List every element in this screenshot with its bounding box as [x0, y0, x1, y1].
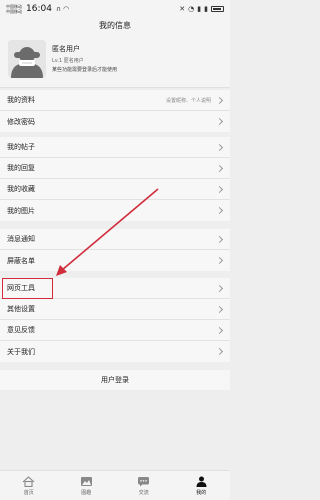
- chevron-right-icon: [215, 284, 224, 292]
- menu-item-web-tools[interactable]: 网页工具: [0, 278, 230, 299]
- chevron-right-icon: [215, 143, 224, 151]
- person-icon: [196, 476, 207, 487]
- carrier-2: 中国移动: [6, 8, 22, 14]
- menu-label: 其他设置: [7, 305, 35, 313]
- menu-label: 消息通知: [7, 235, 35, 243]
- status-time: 16:04: [26, 3, 52, 14]
- profile-level: Lv.1 匿名用户: [52, 58, 84, 64]
- menu-item-block-list[interactable]: 屏蔽名单: [0, 250, 230, 271]
- mute-icon: ✕: [179, 4, 186, 13]
- signal-icon: ▮: [197, 4, 202, 13]
- menu-item-change-password[interactable]: 修改密码: [0, 111, 230, 132]
- status-icons-left: ∩ ◠: [56, 5, 69, 13]
- wifi-icon: ◠: [63, 4, 70, 13]
- menu-group-notifications: 消息通知 屏蔽名单: [0, 229, 230, 271]
- menu-label: 我的图片: [7, 206, 35, 215]
- menu-group-tools: 网页工具 其他设置 意见反馈 关于我们: [0, 278, 230, 362]
- chevron-right-icon: [215, 347, 224, 356]
- menu-label: 网页工具: [7, 284, 35, 292]
- battery-icon: [211, 5, 224, 12]
- menu-item-other-settings[interactable]: 其他设置: [0, 299, 230, 320]
- chevron-right-icon: [215, 206, 224, 215]
- menu-label: 意见反馈: [7, 326, 35, 334]
- menu-item-feedback[interactable]: 意见反馈: [0, 320, 230, 341]
- menu-item-my-images[interactable]: 我的图片: [0, 200, 230, 221]
- nav-label: 首页: [23, 489, 34, 496]
- menu-label: 我的收藏: [7, 185, 35, 193]
- image-icon: [80, 476, 92, 486]
- menu-item-my-posts[interactable]: 我的帖子: [0, 137, 230, 158]
- menu-label: 我的帖子: [7, 143, 35, 151]
- menu-label: 关于我们: [7, 347, 35, 356]
- headphone-icon: ∩: [55, 4, 62, 13]
- nav-label: 交流: [138, 489, 149, 496]
- chevron-right-icon: [215, 117, 224, 126]
- nav-item-images[interactable]: 图趣: [58, 471, 116, 500]
- menu-item-about-us[interactable]: 关于我们: [0, 341, 230, 362]
- chevron-right-icon: [215, 326, 224, 334]
- avatar[interactable]: [8, 40, 46, 78]
- menu-group-content: 我的帖子 我的回复 我的收藏 我的图片: [0, 137, 230, 221]
- chevron-right-icon: [215, 256, 224, 265]
- menu-label: 我的回复: [7, 164, 35, 172]
- chevron-right-icon: [215, 164, 224, 172]
- status-bar: 中国移动 中国移动 16:04 ∩ ◠ ✕ ◔ ▮ ▮: [0, 0, 230, 17]
- nav-item-mine[interactable]: 我的: [173, 471, 231, 500]
- menu-hint: 设置昵称、个人说明: [165, 97, 211, 104]
- status-icons-right: ✕ ◔ ▮ ▮: [179, 5, 224, 13]
- menu-item-my-favorites[interactable]: 我的收藏: [0, 179, 230, 200]
- menu-item-my-replies[interactable]: 我的回复: [0, 158, 230, 179]
- profile-name: 匿名用户: [52, 45, 80, 53]
- home-icon: [22, 475, 35, 487]
- carrier-info: 中国移动 中国移动: [6, 4, 22, 14]
- login-button[interactable]: 用户登录: [0, 370, 230, 390]
- nav-item-chat[interactable]: 交流: [115, 471, 173, 500]
- chevron-right-icon: [215, 185, 224, 193]
- bottom-nav: 首页 图趣 交流 我的: [0, 470, 230, 500]
- nav-item-home[interactable]: 首页: [0, 471, 58, 500]
- menu-group-account: 我的资料 设置昵称、个人说明 修改密码: [0, 90, 230, 132]
- menu-item-notifications[interactable]: 消息通知: [0, 229, 230, 250]
- nav-label: 我的: [196, 489, 207, 496]
- chat-icon: [138, 476, 150, 486]
- menu-label: 屏蔽名单: [7, 256, 35, 265]
- profile-card[interactable]: 匿名用户 Lv.1 匿名用户 某些功能需要登录后才能使用: [0, 35, 230, 88]
- alarm-icon: ◔: [188, 4, 195, 13]
- signal-2-icon: ▮: [204, 4, 208, 13]
- menu-label: 修改密码: [7, 117, 35, 126]
- menu-item-my-profile[interactable]: 我的资料 设置昵称、个人说明: [0, 90, 230, 111]
- chevron-right-icon: [215, 305, 224, 313]
- profile-hint: 某些功能需要登录后才能使用: [52, 67, 118, 73]
- anonymous-avatar-icon: [8, 40, 46, 78]
- chevron-right-icon: [215, 235, 224, 243]
- page-title: 我的信息: [0, 17, 230, 35]
- nav-label: 图趣: [81, 489, 92, 496]
- menu-label: 我的资料: [7, 96, 35, 104]
- chevron-right-icon: [215, 96, 224, 104]
